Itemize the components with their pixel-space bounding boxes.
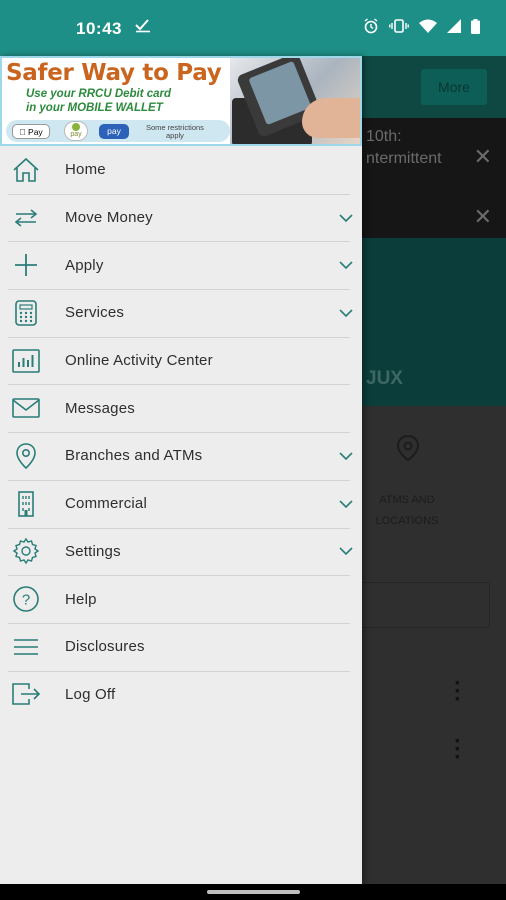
signal-icon	[447, 19, 461, 38]
home-gesture-handle[interactable]	[207, 890, 300, 894]
system-navigation-bar	[0, 884, 506, 900]
promo-subtitle: Use your RRCU Debit card	[26, 88, 172, 100]
menu-item-disclosures[interactable]: Disclosures	[0, 622, 362, 671]
menu-item-label: Move Money	[65, 209, 153, 227]
wifi-icon	[419, 19, 437, 38]
plus-icon	[10, 249, 42, 281]
member-name: JUX	[366, 368, 403, 389]
check-icon	[134, 17, 152, 38]
menu-item-move-money[interactable]: Move Money	[0, 193, 362, 242]
menu-item-label: Home	[65, 161, 106, 179]
promo-photo-hand	[302, 98, 360, 138]
chevron-down-icon[interactable]	[338, 448, 354, 464]
navigation-drawer: Safer Way to Pay Use your RRCU Debit car…	[0, 56, 362, 884]
promo-banner[interactable]: Safer Way to Pay Use your RRCU Debit car…	[0, 56, 362, 146]
chevron-down-icon[interactable]	[338, 210, 354, 226]
battery-icon	[471, 18, 480, 39]
status-time: 10:43	[76, 19, 122, 38]
calculator-icon	[10, 297, 42, 329]
alert-text: 10th:	[366, 128, 402, 145]
map-pin-icon	[10, 440, 42, 472]
menu-item-label: Apply	[65, 256, 104, 274]
envelope-icon	[10, 392, 42, 424]
menu-item-label: Settings	[65, 542, 121, 560]
promo-title: Safer Way to Pay	[6, 60, 222, 86]
close-icon: ✕	[473, 144, 492, 169]
menu-item-commercial[interactable]: Commercial	[0, 479, 362, 528]
menu-item-label: Online Activity Center	[65, 352, 213, 370]
menu-item-label: Disclosures	[65, 638, 145, 656]
drawer-menu: Home Move Money Apply Services Online Ac…	[0, 146, 362, 718]
building-icon	[10, 488, 42, 520]
gear-icon	[10, 535, 42, 567]
menu-item-label: Messages	[65, 399, 135, 417]
samsung-pay-logo: pay	[99, 124, 129, 139]
overflow-menu-icon: · · ·	[454, 670, 462, 713]
home-icon	[10, 154, 42, 186]
logout-icon	[10, 678, 42, 710]
menu-item-home[interactable]: Home	[0, 146, 362, 194]
atm-locations-label: ATMS AND LOCATIONS	[375, 494, 439, 527]
menu-item-label: Help	[65, 590, 97, 608]
promo-subtitle: in your MOBILE WALLET	[26, 102, 163, 114]
chevron-down-icon[interactable]	[338, 305, 354, 321]
alarm-icon	[363, 18, 379, 39]
chevron-down-icon[interactable]	[338, 543, 354, 559]
apple-pay-logo:  Pay	[12, 124, 50, 139]
menu-item-services[interactable]: Services	[0, 289, 362, 337]
overflow-menu-icon: · · ·	[454, 728, 462, 771]
menu-item-help[interactable]: ? Help	[0, 575, 362, 623]
menu-item-branches-and-atms[interactable]: Branches and ATMs	[0, 432, 362, 480]
transfer-arrows-icon	[10, 202, 42, 234]
background-input-box	[340, 582, 490, 628]
more-button: More	[421, 69, 487, 105]
map-pin-icon	[396, 434, 420, 467]
menu-item-apply[interactable]: Apply	[0, 241, 362, 289]
alert-text: ntermittent	[366, 150, 442, 167]
menu-item-settings[interactable]: Settings	[0, 527, 362, 576]
chevron-down-icon[interactable]	[338, 257, 354, 273]
menu-item-online-activity-center[interactable]: Online Activity Center	[0, 336, 362, 385]
google-pay-mark	[72, 123, 80, 131]
close-icon: ✕	[473, 204, 492, 229]
bar-chart-icon	[10, 345, 42, 377]
menu-item-messages[interactable]: Messages	[0, 384, 362, 432]
svg-text:?: ?	[22, 592, 30, 609]
menu-item-label: Log Off	[65, 685, 116, 703]
vibrate-icon	[389, 19, 409, 38]
chevron-down-icon[interactable]	[338, 496, 354, 512]
menu-item-log-off[interactable]: Log Off	[0, 670, 362, 719]
restrictions-note: Some restrictions apply	[146, 123, 204, 140]
status-bar: 10:43	[0, 0, 506, 56]
menu-item-label: Branches and ATMs	[65, 447, 203, 465]
menu-item-label: Commercial	[65, 495, 148, 513]
help-circle-icon: ?	[10, 583, 42, 615]
hamburger-lines-icon	[10, 631, 42, 663]
menu-item-label: Services	[65, 304, 125, 322]
